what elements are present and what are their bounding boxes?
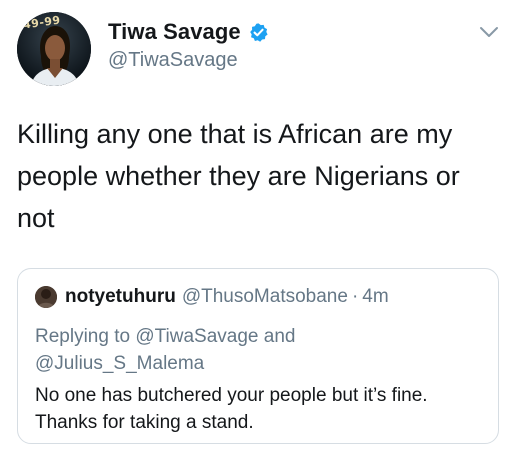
- display-name-row: Tiwa Savage: [108, 18, 269, 46]
- replying-mention-2[interactable]: @Julius_S_Malema: [35, 353, 204, 374]
- author-handle[interactable]: @TiwaSavage: [108, 49, 269, 72]
- quoted-author-display-name: notyetuhuru: [65, 286, 176, 307]
- quoted-tweet-header: notyetuhuru @ThusoMatsobane · 4m: [35, 286, 389, 308]
- author-avatar[interactable]: 49-99: [17, 12, 91, 86]
- replying-joiner: and: [263, 326, 296, 347]
- quoted-tweet-card[interactable]: notyetuhuru @ThusoMatsobane · 4m Replyin…: [17, 268, 499, 444]
- tweet: 49-99 Tiwa Savage @TiwaSavage Killing an…: [0, 0, 517, 452]
- quoted-timestamp: 4m: [362, 286, 389, 307]
- quoted-author-avatar: [35, 286, 57, 308]
- quoted-separator: ·: [351, 286, 359, 307]
- replying-to-line: Replying to @TiwaSavage and @Julius_S_Ma…: [35, 323, 475, 377]
- chevron-down-icon[interactable]: [477, 22, 501, 42]
- replying-mention-1[interactable]: @TiwaSavage: [135, 326, 258, 347]
- author-block: Tiwa Savage @TiwaSavage: [108, 18, 269, 72]
- quoted-tweet-text: No one has butchered your people but it’…: [35, 385, 428, 433]
- author-display-name[interactable]: Tiwa Savage: [108, 19, 241, 45]
- tweet-text: Killing any one that is African are my p…: [17, 119, 460, 233]
- replying-prefix: Replying to: [35, 326, 131, 347]
- verified-badge-icon: [248, 22, 269, 43]
- quoted-author-handle: @ThusoMatsobane: [181, 286, 348, 307]
